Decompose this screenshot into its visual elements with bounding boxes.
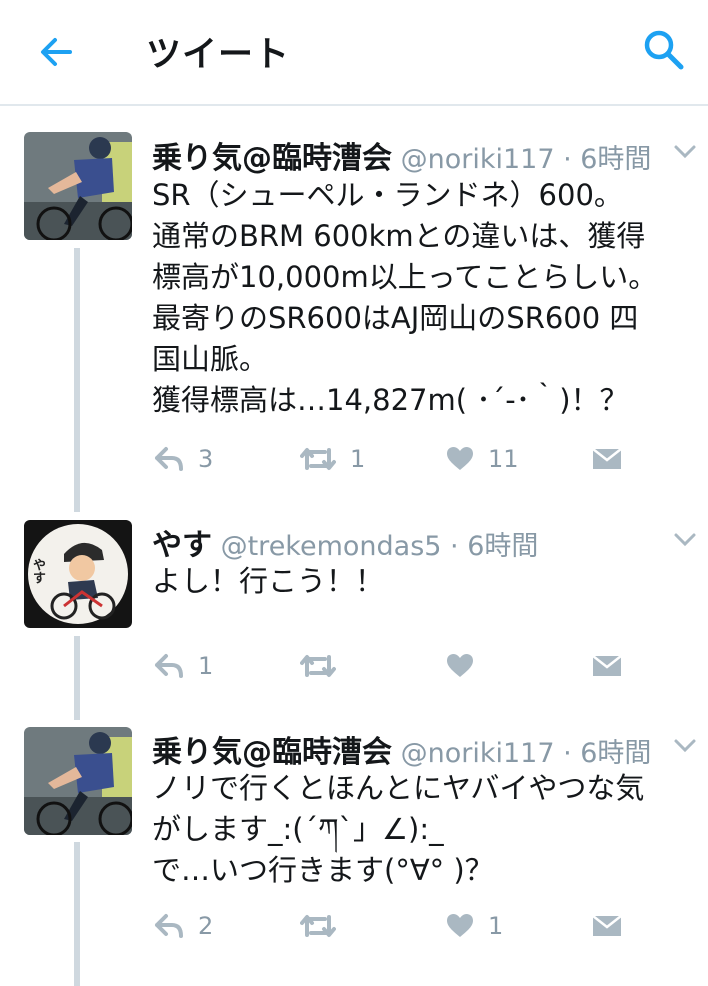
- tweet-text: よし！行こう！！: [152, 564, 385, 598]
- chevron-down-icon: [674, 533, 696, 547]
- avatar[interactable]: [24, 727, 132, 835]
- search-button[interactable]: [642, 28, 686, 72]
- retweet-icon: [300, 655, 336, 677]
- reply-button[interactable]: 2: [154, 906, 213, 946]
- thread-line: [74, 842, 80, 986]
- back-button[interactable]: [36, 32, 76, 72]
- user-handle[interactable]: @noriki117: [401, 738, 555, 769]
- like-count: 1: [488, 912, 504, 940]
- timestamp[interactable]: 6時間: [580, 144, 651, 175]
- avatar[interactable]: [24, 132, 132, 240]
- avatar-label: やす: [30, 558, 45, 584]
- arrow-left-icon: [41, 38, 72, 66]
- reply-count: 3: [198, 445, 214, 473]
- timestamp[interactable]: 6時間: [467, 531, 538, 562]
- top-bar: ツイート: [0, 0, 708, 106]
- like-button[interactable]: [446, 646, 488, 686]
- heart-icon: [447, 447, 473, 470]
- retweet-button[interactable]: [300, 906, 350, 946]
- tweet-menu-button[interactable]: [672, 138, 698, 164]
- reply-icon: [155, 654, 183, 678]
- display-name[interactable]: 乗り気@臨時漕会: [152, 141, 392, 176]
- tweet-header: やす @trekemondas5 · 6時間: [152, 520, 538, 564]
- retweet-icon: [300, 915, 336, 937]
- like-button[interactable]: 11: [446, 439, 519, 479]
- reply-button[interactable]: 1: [154, 646, 213, 686]
- direct-message-button[interactable]: [592, 646, 622, 686]
- thread-line: [74, 636, 80, 720]
- envelope-icon: [592, 448, 622, 469]
- reply-icon: [155, 914, 183, 938]
- heart-icon: [447, 654, 473, 677]
- reply-count: 1: [198, 652, 214, 680]
- display-name[interactable]: 乗り気@臨時漕会: [152, 735, 392, 770]
- retweet-count: 1: [350, 445, 366, 473]
- like-button[interactable]: 1: [446, 906, 503, 946]
- separator-dot: ·: [554, 144, 581, 175]
- retweet-button[interactable]: 1: [300, 439, 365, 479]
- timestamp[interactable]: 6時間: [580, 738, 651, 769]
- cyclist-photo-avatar: [24, 132, 132, 240]
- separator-dot: ·: [554, 738, 581, 769]
- retweet-icon: [300, 448, 336, 470]
- direct-message-button[interactable]: [592, 906, 622, 946]
- thread-line: [74, 248, 80, 512]
- reply-icon: [155, 447, 183, 471]
- avatar[interactable]: やす: [24, 520, 132, 628]
- page-title: ツイート: [146, 35, 291, 75]
- envelope-icon: [592, 655, 622, 676]
- direct-message-button[interactable]: [592, 439, 622, 479]
- tweet-text: ノリで行くとほんとにヤバイやつな気 がします_:(´ཀ`」∠):_ で…いつ行き…: [152, 771, 645, 887]
- retweet-button[interactable]: [300, 646, 350, 686]
- display-name[interactable]: やす: [152, 528, 212, 563]
- user-handle[interactable]: @noriki117: [401, 144, 555, 175]
- reply-count: 2: [198, 912, 214, 940]
- tweet-header: 乗り気@臨時漕会 @noriki117 · 6時間: [152, 133, 651, 177]
- tweet-text: SR（シューペル・ランドネ）600。 通常のBRM 600kmとの違いは、獲得 …: [152, 178, 658, 417]
- envelope-icon: [592, 915, 622, 936]
- search-icon: [644, 30, 684, 70]
- user-handle[interactable]: @trekemondas5: [221, 531, 442, 562]
- separator-dot: ·: [441, 531, 468, 562]
- tweet-menu-button[interactable]: [672, 526, 698, 552]
- chevron-down-icon: [674, 145, 696, 159]
- like-count: 11: [488, 445, 519, 473]
- tweet-menu-button[interactable]: [672, 732, 698, 758]
- reply-button[interactable]: 3: [154, 439, 213, 479]
- heart-icon: [447, 914, 473, 937]
- tweet-header: 乗り気@臨時漕会 @noriki117 · 6時間: [152, 727, 651, 771]
- cyclist-photo-avatar: [24, 727, 132, 835]
- chevron-down-icon: [674, 739, 696, 753]
